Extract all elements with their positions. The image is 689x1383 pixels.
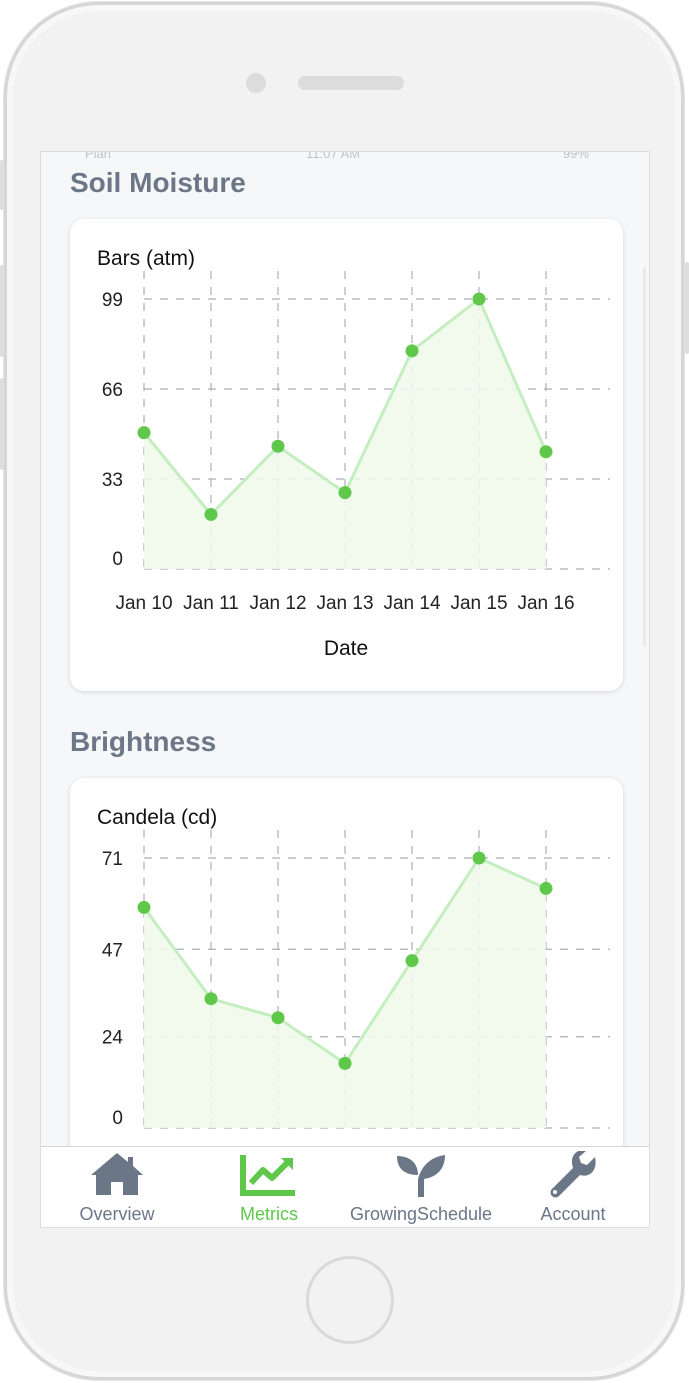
tab-overview[interactable]: Overview [41,1147,193,1227]
status-bar: Plan 11:07 AM 99% [41,152,649,162]
seedling-icon [397,1155,445,1197]
x-tick-label: Jan 12 [249,593,306,614]
x-axis-title: Date [324,637,368,660]
clock-label: 11:07 AM [306,152,360,161]
y-tick-label: 0 [112,549,123,570]
data-point [137,426,151,440]
y-tick-label: 47 [102,940,123,961]
bottom-tab-bar: Overview Metrics GrowingSchedule Account [41,1146,649,1227]
y-tick-label: 71 [102,849,123,870]
y-tick-label: 24 [102,1028,124,1049]
x-tick-label: Jan 14 [383,593,440,614]
front-camera [246,73,266,93]
x-tick-label: Jan 15 [450,593,507,614]
chart-line-icon [240,1155,295,1196]
data-point [271,439,285,453]
data-point [539,881,553,895]
data-point [338,486,352,500]
silent-switch [0,160,4,210]
volume-down-button [0,378,4,470]
tab-label: Account [540,1204,606,1224]
section-title-soil-moisture: Soil Moisture [70,167,246,198]
data-point [271,1011,285,1025]
x-tick-label: Jan 16 [517,593,574,614]
x-tick-label: Jan 11 [183,593,239,614]
wrench-icon [550,1151,596,1198]
data-point [204,992,218,1006]
data-point [472,851,486,865]
x-tick-label: Jan 10 [115,593,172,614]
tab-account[interactable]: Account [497,1147,649,1227]
tab-metrics[interactable]: Metrics [193,1147,345,1227]
section-title-brightness: Brightness [70,726,217,757]
data-point [405,344,419,358]
y-tick-label: 99 [102,290,123,311]
carrier-label: Plan [85,152,112,161]
tab-growing-schedule[interactable]: GrowingSchedule [345,1147,497,1227]
y-tick-label: 0 [112,1108,123,1129]
volume-up-button [0,265,4,357]
scroll-indicator[interactable] [643,267,646,647]
tab-label: GrowingSchedule [349,1204,493,1224]
earpiece-speaker [298,76,404,90]
y-tick-label: 33 [102,470,123,491]
x-tick-label: Jan 13 [316,593,373,614]
home-icon [91,1153,143,1195]
app-screen: Plan 11:07 AM 99% Soil Moisture Bars (at… [40,151,650,1228]
data-point [137,900,151,914]
tab-label: Overview [79,1204,155,1224]
data-point [539,445,553,459]
y-tick-label: 66 [102,380,123,401]
data-point [204,507,218,521]
data-point [472,292,486,306]
data-point [338,1056,352,1070]
chart-card-soil-moisture: Bars (atm) 0 33 66 99 Jan 10 Jan 11 Jan 12 Jan … [70,219,623,691]
soil-moisture-chart: 0 33 66 99 Jan 10 Jan 11 Jan 12 Jan 13 Jan 14 Jan… [102,271,610,660]
power-button [685,262,689,354]
battery-label: 99% [563,152,590,161]
data-point [405,954,419,968]
tab-label: Metrics [240,1204,298,1224]
home-button[interactable] [306,1256,394,1344]
